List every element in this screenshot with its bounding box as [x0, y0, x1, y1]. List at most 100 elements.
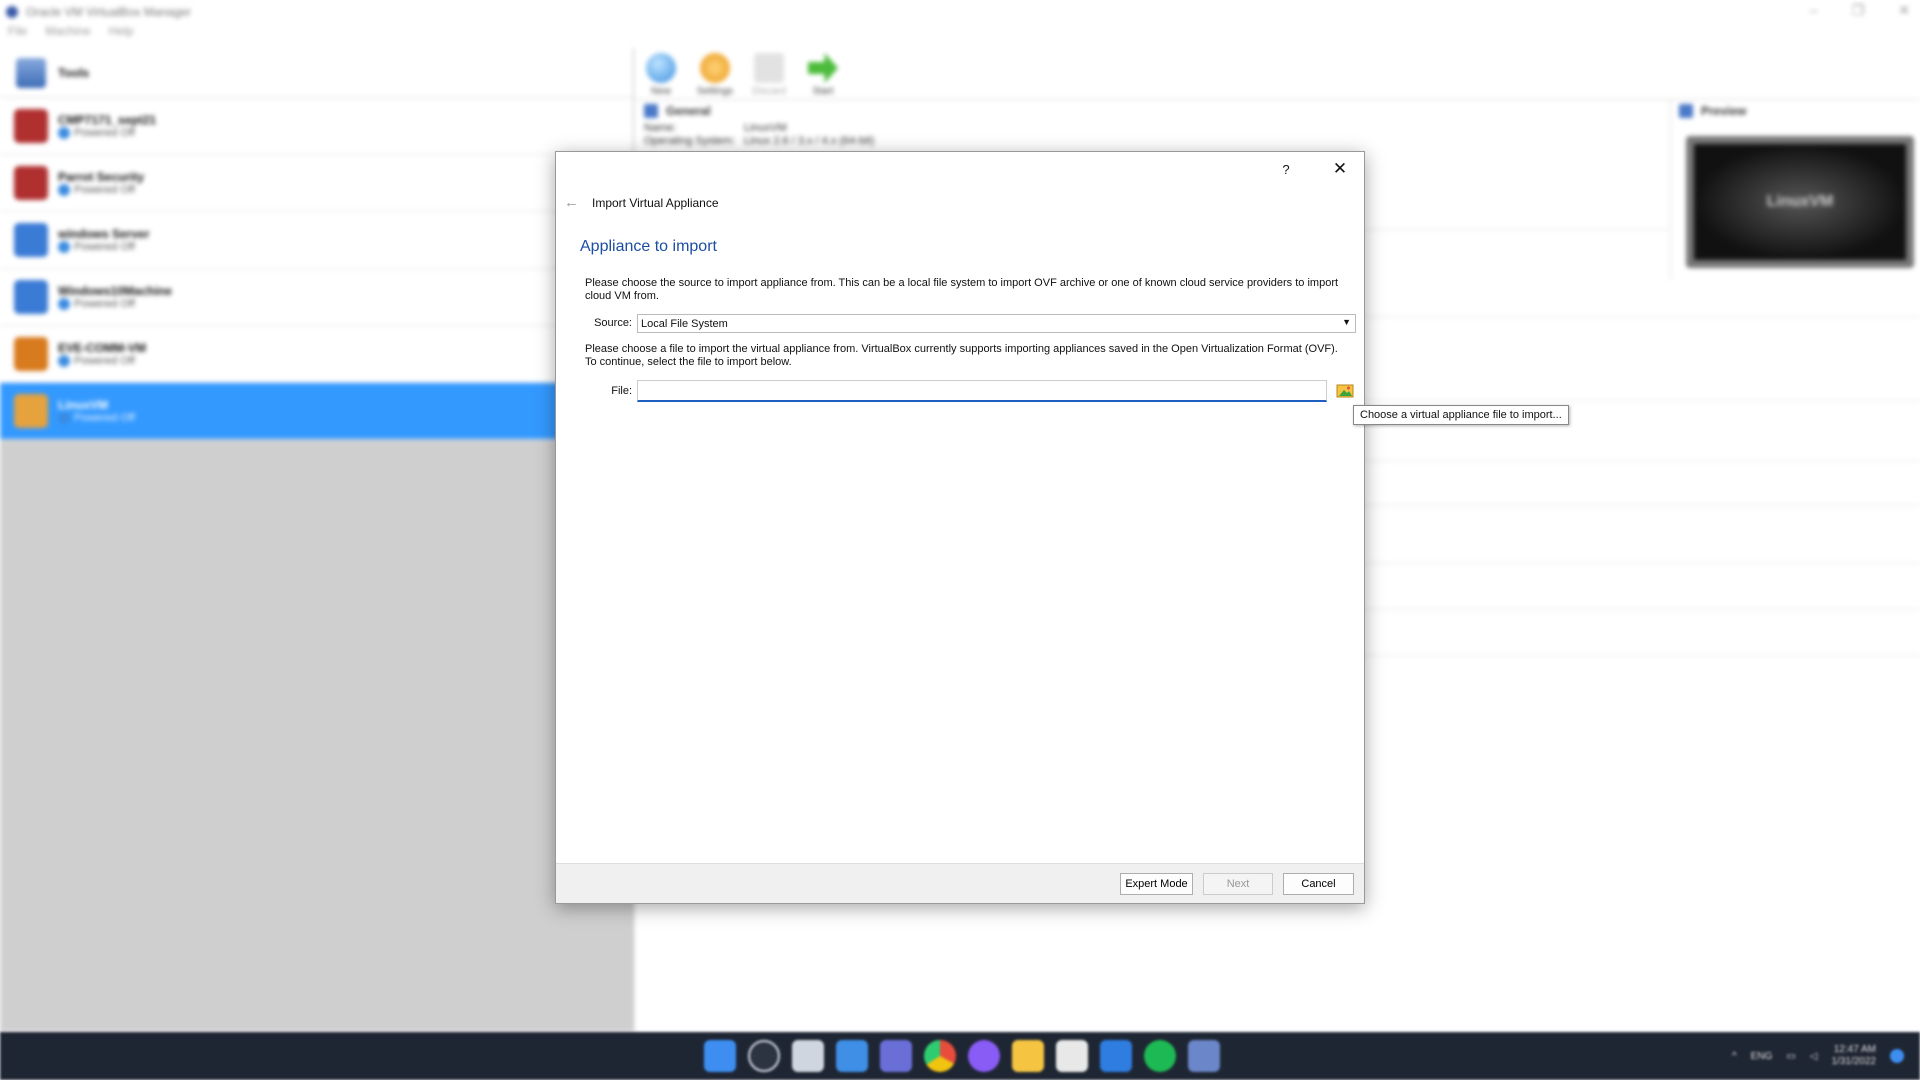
- powered-off-icon: [58, 355, 70, 367]
- language-indicator[interactable]: ENG: [1751, 1051, 1773, 1062]
- preview-screen: LinuxVM: [1686, 136, 1914, 268]
- vm-name: LinuxVM: [58, 398, 108, 412]
- new-icon: [646, 53, 676, 83]
- minimize-button[interactable]: –: [1810, 2, 1818, 19]
- discard-button[interactable]: Discard: [748, 53, 790, 99]
- new-button[interactable]: New: [640, 53, 682, 99]
- notification-icon[interactable]: [1890, 1049, 1904, 1063]
- chevron-up-icon[interactable]: ^: [1732, 1051, 1737, 1062]
- import-appliance-dialog: ? ✕ ← Import Virtual Appliance Appliance…: [555, 151, 1365, 904]
- vm-item[interactable]: Windows10Machine Powered Off: [0, 269, 633, 326]
- divider: [1364, 316, 1920, 317]
- discard-label: Discard: [752, 86, 786, 97]
- gear-icon: [700, 53, 730, 83]
- file-description: Please choose a file to import the virtu…: [585, 343, 1338, 368]
- file-explorer-icon[interactable]: [1012, 1040, 1044, 1072]
- debian-vm-icon: [14, 109, 48, 143]
- help-button[interactable]: ?: [1274, 157, 1298, 181]
- vm-name: EVE-COMM-VM: [58, 341, 146, 355]
- linux-vm-icon: [14, 394, 48, 428]
- spotify-icon[interactable]: [1144, 1040, 1176, 1072]
- virtualbox-taskbar-icon[interactable]: [1188, 1040, 1220, 1072]
- divider: [1364, 400, 1920, 401]
- back-arrow-icon[interactable]: ←: [564, 194, 582, 211]
- vm-item-selected[interactable]: LinuxVM Powered Off: [0, 383, 633, 440]
- source-value: Local File System: [641, 317, 728, 330]
- clock-time: 12:47 AM: [1833, 1044, 1876, 1055]
- volume-icon[interactable]: ◁: [1810, 1051, 1818, 1062]
- powered-off-icon: [58, 184, 70, 196]
- window-title: Oracle VM VirtualBox Manager: [26, 5, 192, 19]
- preview-screen-text: LinuxVM: [1694, 144, 1906, 260]
- cancel-button[interactable]: Cancel: [1283, 873, 1354, 895]
- general-heading: General: [666, 104, 711, 118]
- page-heading: Appliance to import: [580, 238, 717, 255]
- teams-chat-icon[interactable]: [880, 1040, 912, 1072]
- source-label: Source:: [594, 317, 632, 329]
- preview-heading: Preview: [1701, 104, 1747, 118]
- powered-off-icon: [58, 298, 70, 310]
- network-icon[interactable]: ▭: [1786, 1051, 1795, 1062]
- powered-off-icon: [58, 127, 70, 139]
- choose-file-button[interactable]: [1334, 380, 1356, 402]
- maximize-button[interactable]: ❐: [1852, 2, 1865, 19]
- folder-image-icon: [1336, 384, 1354, 398]
- window-close-button[interactable]: ✕: [1898, 2, 1910, 19]
- divider: [1364, 460, 1920, 461]
- vm-item[interactable]: EVE-COMM-VM Powered Off: [0, 326, 633, 383]
- taskbar-apps: [704, 1040, 1220, 1072]
- vm-name: windows Server: [58, 227, 150, 241]
- file-input[interactable]: [637, 380, 1327, 402]
- settings-button[interactable]: Settings: [694, 53, 736, 99]
- start-button[interactable]: Start: [802, 53, 844, 99]
- vm-list-pane: Tools CMP7171_sept21 Powered Off Parrot …: [0, 48, 634, 1032]
- clock-date: 1/31/2022: [1831, 1056, 1877, 1067]
- divider: [1364, 229, 1668, 230]
- discard-arrow-icon: [754, 53, 784, 83]
- vm-state: Powered Off: [74, 127, 135, 139]
- start-label: Start: [812, 86, 834, 97]
- task-view-icon[interactable]: [792, 1040, 824, 1072]
- divider: [1364, 563, 1920, 564]
- preview-icon: [1679, 104, 1693, 118]
- start-menu-icon[interactable]: [704, 1040, 736, 1072]
- settings-label: Settings: [696, 86, 734, 97]
- vm-name: CMP7171_sept21: [58, 113, 157, 127]
- new-label: New: [650, 86, 671, 97]
- widgets-icon[interactable]: [836, 1040, 868, 1072]
- vm-item[interactable]: windows Server Powered Off: [0, 212, 633, 269]
- clock[interactable]: 12:47 AM 1/31/2022: [1832, 1044, 1877, 1068]
- expert-mode-button[interactable]: Expert Mode: [1120, 873, 1193, 895]
- next-button[interactable]: Next: [1203, 873, 1273, 895]
- name-value: LinuxVM: [744, 122, 787, 134]
- vm-name: Parrot Security: [58, 170, 145, 184]
- windows-vm-icon: [14, 280, 48, 314]
- mail-icon[interactable]: [1100, 1040, 1132, 1072]
- divider: [1364, 655, 1920, 656]
- tools-item[interactable]: Tools: [0, 48, 633, 98]
- os-key: Operating System:: [644, 135, 736, 147]
- store-icon[interactable]: [1056, 1040, 1088, 1072]
- dialog-header: ← Import Virtual Appliance: [564, 194, 719, 211]
- choose-file-tooltip: Choose a virtual appliance file to impor…: [1353, 405, 1569, 425]
- messenger-icon[interactable]: [968, 1040, 1000, 1072]
- powered-off-icon: [58, 412, 70, 424]
- dialog-close-button[interactable]: ✕: [1328, 157, 1352, 181]
- virtualbox-app-icon: [6, 6, 18, 18]
- source-description: Please choose the source to import appli…: [585, 277, 1339, 302]
- vm-item[interactable]: Parrot Security Powered Off: [0, 155, 633, 212]
- vm-item[interactable]: CMP7171_sept21 Powered Off: [0, 98, 633, 155]
- menu-file[interactable]: File: [8, 24, 27, 44]
- powered-off-icon: [58, 241, 70, 253]
- menu-bar: File Machine Help: [0, 24, 133, 44]
- menu-machine[interactable]: Machine: [45, 24, 90, 44]
- vm-state: Powered Off: [74, 184, 135, 196]
- source-select[interactable]: Local File System ▼: [637, 314, 1356, 333]
- divider: [1364, 505, 1920, 506]
- chrome-icon[interactable]: [924, 1040, 956, 1072]
- divider: [1364, 609, 1920, 610]
- dialog-title: Import Virtual Appliance: [592, 195, 719, 210]
- windows-vm-icon: [14, 223, 48, 257]
- search-icon[interactable]: [748, 1040, 780, 1072]
- menu-help[interactable]: Help: [109, 24, 134, 44]
